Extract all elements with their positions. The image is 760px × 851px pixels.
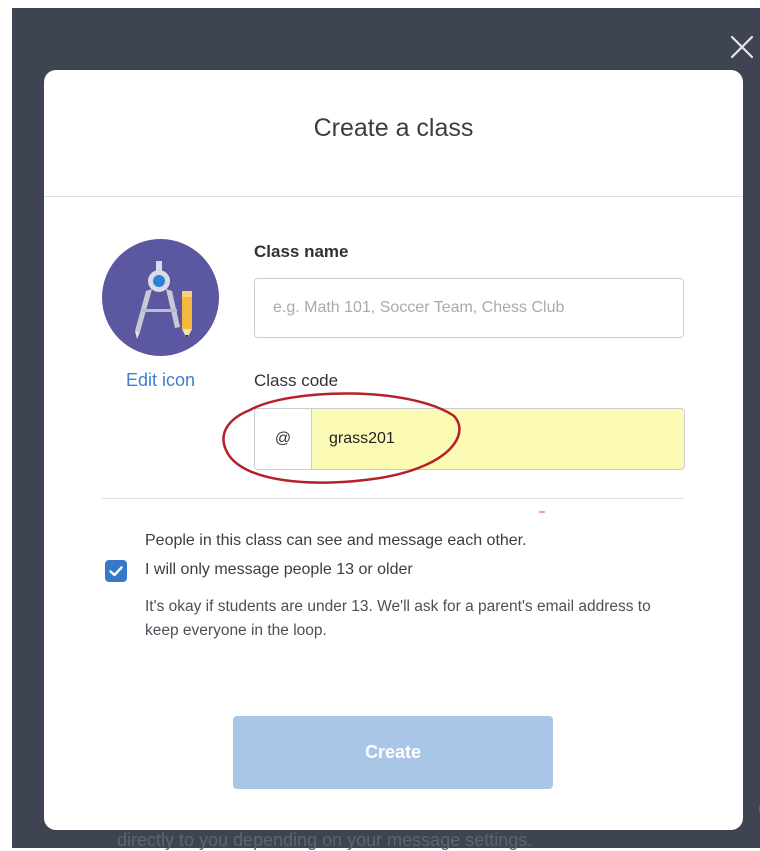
class-code-input[interactable] [312, 409, 684, 469]
class-name-input[interactable] [254, 278, 684, 338]
class-name-label: Class name [254, 242, 349, 261]
age-consent-checkbox[interactable] [105, 560, 127, 582]
edit-icon-link[interactable]: Edit icon [102, 370, 219, 391]
compass-pencil-icon [135, 261, 192, 339]
stray-mark [539, 511, 545, 513]
dialog-header: Create a class [44, 70, 743, 197]
class-avatar[interactable] [102, 239, 219, 356]
section-divider [102, 498, 684, 499]
class-code-label: Class code [254, 371, 339, 390]
checkmark-icon [109, 566, 123, 577]
class-code-field: @ [254, 408, 685, 470]
create-button[interactable]: Create [233, 716, 553, 789]
class-code-prefix: @ [255, 409, 312, 469]
close-icon [730, 35, 754, 59]
consent-help-text: It's okay if students are under 13. We'l… [145, 598, 651, 639]
consent-intro-text: People in this class can see and message… [145, 532, 527, 549]
close-button[interactable] [725, 30, 759, 64]
create-class-dialog: Create a class Edit icon Class name Clas… [44, 70, 743, 830]
dialog-title: Create a class [313, 113, 474, 142]
age-consent-label[interactable]: I will only message people 13 or older [145, 561, 413, 579]
